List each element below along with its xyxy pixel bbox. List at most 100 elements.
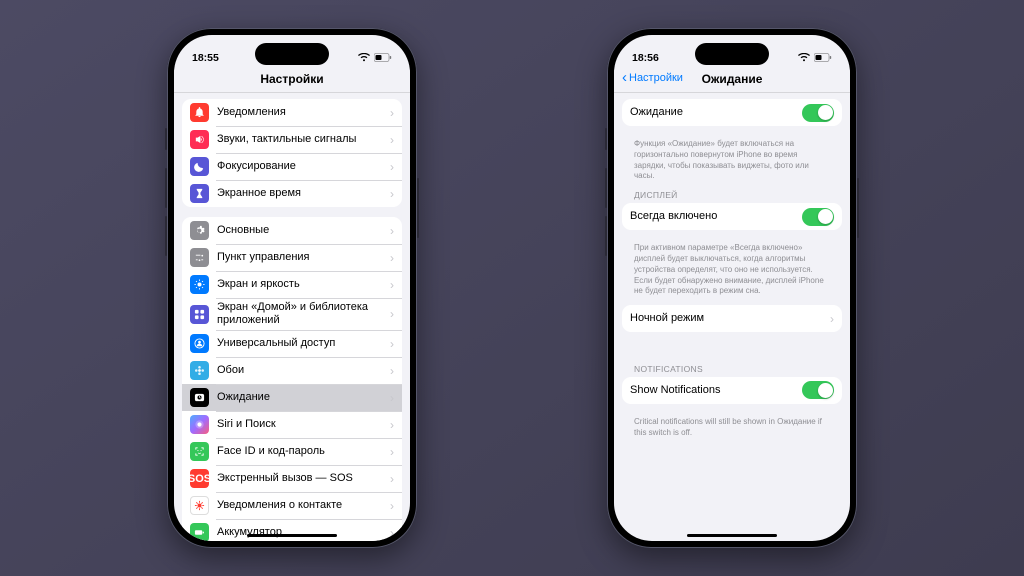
row-label: Экран и яркость xyxy=(217,278,384,291)
settings-group-2: Основные›Пункт управления›Экран и яркост… xyxy=(182,217,402,541)
row-label: Фокусирование xyxy=(217,160,384,173)
always-on-footer: При активном параметре «Всегда включено»… xyxy=(622,240,842,305)
row-label: Звуки, тактильные сигналы xyxy=(217,133,384,146)
always-on-group: Всегда включено xyxy=(622,203,842,230)
night-mode-group: Ночной режим › xyxy=(622,305,842,332)
chevron-right-icon: › xyxy=(824,312,834,326)
bell-icon xyxy=(190,103,209,122)
chevron-right-icon: › xyxy=(384,307,394,321)
home-indicator[interactable] xyxy=(247,534,337,538)
chevron-right-icon: › xyxy=(384,278,394,292)
settings-row-home-screen[interactable]: Экран «Домой» и библиотека приложений› xyxy=(182,298,402,330)
notifications-footer: Critical notifications will still be sho… xyxy=(622,414,842,447)
back-button[interactable]: ‹ Настройки xyxy=(622,71,683,85)
chevron-right-icon: › xyxy=(384,445,394,459)
settings-row-control-center[interactable]: Пункт управления› xyxy=(182,244,402,271)
chevron-right-icon: › xyxy=(384,472,394,486)
chevron-right-icon: › xyxy=(384,391,394,405)
chevron-right-icon: › xyxy=(384,337,394,351)
settings-row-notifications[interactable]: Уведомления› xyxy=(182,99,402,126)
row-label: Пункт управления xyxy=(217,251,384,264)
settings-row-battery[interactable]: Аккумулятор› xyxy=(182,519,402,541)
settings-row-wallpaper[interactable]: Обои› xyxy=(182,357,402,384)
chevron-right-icon: › xyxy=(384,364,394,378)
settings-row-display[interactable]: Экран и яркость› xyxy=(182,271,402,298)
back-label: Настройки xyxy=(629,72,683,84)
settings-row-screentime[interactable]: Экранное время› xyxy=(182,180,402,207)
clock-icon xyxy=(190,388,209,407)
navbar: Настройки xyxy=(174,70,410,93)
screen: 18:55 Настройки Уведомления›Звуки, такти… xyxy=(174,35,410,541)
chevron-right-icon: › xyxy=(384,251,394,265)
settings-row-sos[interactable]: SOSЭкстренный вызов — SOS› xyxy=(182,465,402,492)
gear-icon xyxy=(190,221,209,240)
settings-row-contact-notify[interactable]: Уведомления о контакте› xyxy=(182,492,402,519)
status-time: 18:56 xyxy=(632,52,659,64)
home-indicator[interactable] xyxy=(687,534,777,538)
row-label: Face ID и код-пароль xyxy=(217,445,384,458)
settings-list[interactable]: Уведомления›Звуки, тактильные сигналы›Фо… xyxy=(174,93,410,541)
chevron-left-icon: ‹ xyxy=(622,70,627,85)
navbar: ‹ Настройки Ожидание xyxy=(614,70,850,93)
phone-mockup-left: 18:55 Настройки Уведомления›Звуки, такти… xyxy=(167,28,417,548)
wifi-icon xyxy=(358,53,370,62)
settings-row-sounds[interactable]: Звуки, тактильные сигналы› xyxy=(182,126,402,153)
standby-switch[interactable] xyxy=(802,104,834,122)
chevron-right-icon: › xyxy=(384,187,394,201)
page-title: Ожидание xyxy=(702,72,763,86)
moon-icon xyxy=(190,157,209,176)
chevron-right-icon: › xyxy=(384,160,394,174)
chevron-right-icon: › xyxy=(384,526,394,540)
settings-row-general[interactable]: Основные› xyxy=(182,217,402,244)
row-label: Уведомления о контакте xyxy=(217,499,384,512)
phone-mockup-right: 18:56 ‹ Настройки Ожидание Ожидание Функ… xyxy=(607,28,857,548)
grid-icon xyxy=(190,305,209,324)
row-label: Экран «Домой» и библиотека приложений xyxy=(217,301,384,327)
always-on-row[interactable]: Всегда включено xyxy=(622,203,842,230)
show-notifications-switch[interactable] xyxy=(802,381,834,399)
chevron-right-icon: › xyxy=(384,133,394,147)
settings-row-faceid[interactable]: Face ID и код-пароль› xyxy=(182,438,402,465)
virus-icon xyxy=(190,496,209,515)
row-label: Экранное время xyxy=(217,187,384,200)
row-label: Siri и Поиск xyxy=(217,418,384,431)
standby-settings[interactable]: Ожидание Функция «Ожидание» будет включа… xyxy=(614,93,850,541)
speaker-icon xyxy=(190,130,209,149)
night-mode-row[interactable]: Ночной режим › xyxy=(622,305,842,332)
show-notifications-row[interactable]: Show Notifications xyxy=(622,377,842,404)
always-on-label: Всегда включено xyxy=(630,210,802,223)
screen: 18:56 ‹ Настройки Ожидание Ожидание Функ… xyxy=(614,35,850,541)
chevron-right-icon: › xyxy=(384,224,394,238)
settings-row-siri[interactable]: Siri и Поиск› xyxy=(182,411,402,438)
page-title: Настройки xyxy=(260,72,323,86)
display-header: ДИСПЛЕЙ xyxy=(622,190,842,203)
settings-group-1: Уведомления›Звуки, тактильные сигналы›Фо… xyxy=(182,99,402,207)
flower-icon xyxy=(190,361,209,380)
wifi-icon xyxy=(798,53,810,62)
settings-row-focus[interactable]: Фокусирование› xyxy=(182,153,402,180)
battery-icon xyxy=(814,53,832,62)
status-time: 18:55 xyxy=(192,52,219,64)
row-label: Универсальный доступ xyxy=(217,337,384,350)
siri-icon xyxy=(190,415,209,434)
notifications-group: Show Notifications xyxy=(622,377,842,404)
row-label: Ожидание xyxy=(217,391,384,404)
settings-row-standby[interactable]: Ожидание› xyxy=(182,384,402,411)
chevron-right-icon: › xyxy=(384,499,394,513)
settings-row-accessibility[interactable]: Универсальный доступ› xyxy=(182,330,402,357)
chevron-right-icon: › xyxy=(384,418,394,432)
row-label: Обои xyxy=(217,364,384,377)
night-mode-label: Ночной режим xyxy=(630,312,824,325)
chevron-right-icon: › xyxy=(384,106,394,120)
battery-icon xyxy=(190,523,209,541)
dynamic-island xyxy=(255,43,329,65)
person-icon xyxy=(190,334,209,353)
always-on-switch[interactable] xyxy=(802,208,834,226)
notifications-header: NOTIFICATIONS xyxy=(622,364,842,377)
standby-row[interactable]: Ожидание xyxy=(622,99,842,126)
sun-icon xyxy=(190,275,209,294)
dynamic-island xyxy=(695,43,769,65)
row-label: Основные xyxy=(217,224,384,237)
standby-toggle-group: Ожидание xyxy=(622,99,842,126)
show-notifications-label: Show Notifications xyxy=(630,384,802,397)
